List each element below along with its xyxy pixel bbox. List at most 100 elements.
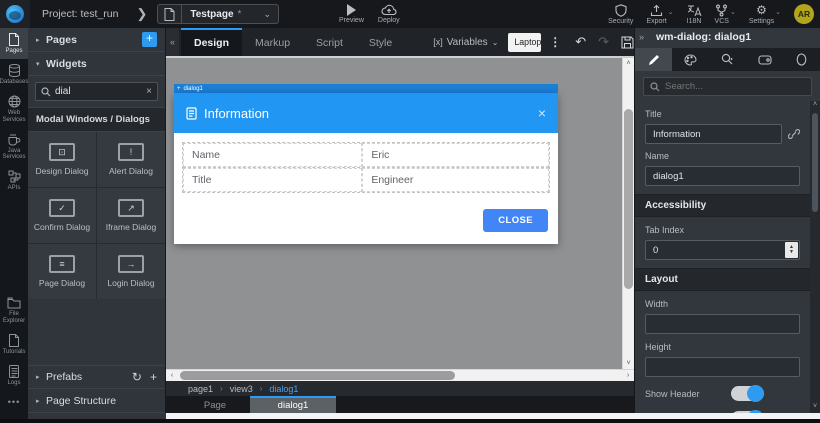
bottom-tab-dialog1[interactable]: dialog1 (250, 396, 336, 413)
breadcrumb-page1[interactable]: page1 (188, 384, 213, 394)
add-page-button[interactable]: + (142, 32, 157, 47)
title-field-input[interactable] (645, 124, 782, 144)
rail-item-file-explorer[interactable]: File Explorer (0, 292, 28, 329)
widget-login-dialog[interactable]: → Login Dialog (97, 244, 165, 299)
width-field-label: Width (645, 299, 669, 309)
tab-index-input[interactable] (645, 240, 800, 260)
wavemaker-logo[interactable] (0, 0, 30, 28)
prefabs-section-header[interactable]: ▸ Prefabs ↻ + (28, 365, 165, 389)
dialog-content-table[interactable]: Name Eric Title Engineer (182, 142, 550, 193)
canvas-horizontal-scrollbar[interactable]: ‹ › (166, 369, 634, 381)
tab-styles[interactable] (672, 48, 709, 71)
more-options-icon[interactable]: ⋮ (549, 35, 561, 49)
user-avatar[interactable]: AR (794, 4, 814, 24)
variables-button[interactable]: [x] Variables ⌄ (433, 28, 498, 56)
rail-item-logs[interactable]: Logs (0, 360, 28, 391)
pages-section-header[interactable]: ▸ Pages + (28, 28, 165, 52)
row-value[interactable]: Engineer (362, 168, 549, 192)
redo-button[interactable]: ↷ (598, 34, 609, 50)
rail-item-java-services[interactable]: Java Services (0, 128, 28, 166)
clear-search-icon[interactable]: × (146, 86, 152, 97)
device-select[interactable]: Laptop with MDPI Screen ⌄ (508, 32, 542, 52)
i18n-button[interactable]: I18N (687, 4, 702, 25)
dialog-widget-preview[interactable]: + dialog1 Information × Name Eric Title … (174, 84, 558, 244)
chevron-down-icon: ⌄ (667, 8, 674, 16)
export-icon (650, 4, 663, 17)
globe-icon (8, 95, 20, 108)
rail-overflow-menu[interactable]: ••• (0, 391, 28, 413)
scroll-down-icon[interactable]: ˅ (813, 403, 817, 413)
show-header-toggle[interactable] (731, 385, 764, 402)
tab-events[interactable] (709, 48, 746, 71)
tab-style[interactable]: Style (356, 28, 405, 56)
export-button[interactable]: Export ⌄ (646, 4, 674, 25)
rail-item-databases[interactable]: Databases (0, 59, 28, 90)
breadcrumb-view3[interactable]: view3 (230, 384, 253, 394)
rail-item-pages[interactable]: Pages (0, 28, 28, 59)
security-button[interactable]: Security (608, 3, 633, 25)
scrollbar-thumb[interactable] (180, 371, 456, 380)
scroll-up-icon[interactable]: ˄ (626, 58, 630, 69)
tab-device[interactable] (746, 48, 783, 71)
scroll-up-icon[interactable]: ˄ (813, 101, 817, 111)
collapse-left-panel-button[interactable]: « (166, 28, 179, 56)
widget-iframe-dialog[interactable]: ↗ Iframe Dialog (97, 188, 165, 243)
section-accessibility[interactable]: Accessibility (635, 194, 810, 217)
rail-item-apis[interactable]: APIs (0, 165, 28, 196)
canvas-vertical-scrollbar[interactable]: ˄ ˅ (622, 58, 634, 369)
deploy-button[interactable]: Deploy (378, 4, 400, 24)
width-field-input[interactable] (645, 314, 800, 334)
bottom-tab-page[interactable]: Page (180, 396, 250, 413)
property-search-input[interactable] (665, 81, 805, 92)
pencil-icon (648, 54, 659, 65)
row-label[interactable]: Title (183, 168, 363, 192)
add-prefab-icon[interactable]: + (150, 370, 157, 384)
rail-item-tutorials[interactable]: Tutorials (0, 329, 28, 360)
dialog-selection-tag[interactable]: + dialog1 (174, 84, 558, 93)
preview-button[interactable]: Preview (339, 4, 364, 24)
row-label[interactable]: Name (183, 143, 363, 167)
tab-script[interactable]: Script (303, 28, 356, 56)
dialog-header[interactable]: Information × (174, 93, 558, 133)
tab-markup[interactable]: Markup (242, 28, 303, 56)
undo-button[interactable]: ↶ (575, 34, 586, 50)
device-icon (757, 54, 772, 65)
refresh-icon[interactable]: ↻ (132, 370, 142, 384)
design-canvas[interactable]: + dialog1 Information × Name Eric Title … (166, 56, 634, 369)
scrollbar-thumb[interactable] (624, 109, 633, 289)
settings-button[interactable]: ⚙ Settings ⌄ (749, 3, 781, 25)
page-selector[interactable]: Testpage * ⌄ (157, 4, 279, 24)
widget-design-dialog[interactable]: ⊡ Design Dialog (28, 132, 96, 187)
name-field-input[interactable] (645, 166, 800, 186)
properties-scrollbar[interactable]: ˄ ˅ (810, 101, 820, 413)
widget-search-input[interactable] (55, 86, 143, 97)
section-layout[interactable]: Layout (635, 268, 810, 291)
tab-security[interactable] (783, 48, 820, 71)
spin-down-icon[interactable]: ▼ (789, 249, 794, 256)
dialog-close-button[interactable]: CLOSE (483, 209, 548, 232)
page-structure-section-header[interactable]: ▸ Page Structure (28, 389, 165, 413)
row-value[interactable]: Eric (362, 143, 549, 167)
expand-right-panel-button[interactable]: » (635, 32, 648, 42)
scroll-right-icon[interactable]: › (622, 372, 634, 379)
widgets-section-header[interactable]: ▾ Widgets (28, 52, 165, 76)
left-panel: ▸ Pages + ▾ Widgets × Modal Windows / Di… (28, 28, 166, 413)
vcs-button[interactable]: VCS ⌄ (715, 4, 736, 25)
widget-alert-dialog[interactable]: ! Alert Dialog (97, 132, 165, 187)
tab-design[interactable]: Design (181, 28, 243, 56)
bind-link-icon[interactable] (788, 128, 800, 140)
scroll-left-icon[interactable]: ‹ (166, 372, 178, 379)
number-stepper[interactable]: ▲ ▼ (785, 242, 798, 258)
height-field-input[interactable] (645, 357, 800, 377)
rail-item-web-services[interactable]: Web Services (0, 90, 28, 128)
scrollbar-thumb[interactable] (812, 113, 818, 213)
widget-confirm-dialog[interactable]: ✓ Confirm Dialog (28, 188, 96, 243)
save-button[interactable] (621, 36, 634, 49)
scroll-down-icon[interactable]: ˅ (626, 358, 630, 369)
coffee-cup-icon (8, 133, 21, 146)
modal-toggle[interactable] (731, 410, 764, 413)
dialog-close-icon[interactable]: × (538, 105, 546, 121)
widget-page-dialog[interactable]: ≡ Page Dialog (28, 244, 96, 299)
breadcrumb-dialog1[interactable]: dialog1 (269, 384, 298, 394)
tab-properties[interactable] (635, 48, 672, 71)
